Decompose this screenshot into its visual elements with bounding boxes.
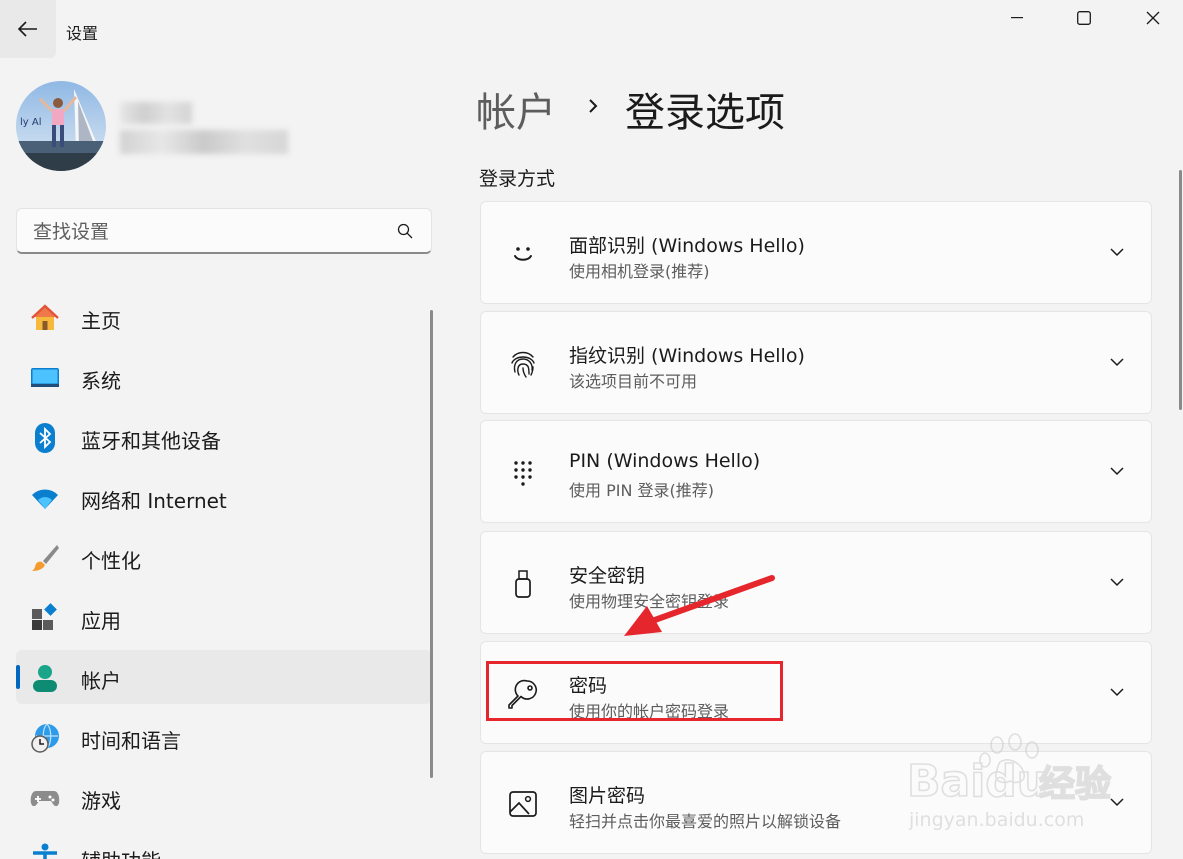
sidebar-item-accessibility[interactable]: 辅助功能 (16, 830, 432, 859)
sidebar-item-system[interactable]: 系统 (16, 350, 432, 404)
close-icon (1146, 11, 1160, 25)
avatar[interactable]: ly Al (16, 81, 106, 171)
section-title: 登录方式 (479, 168, 556, 190)
option-subtitle: 该选项目前不可用 (569, 372, 698, 391)
fingerprint-icon (511, 351, 535, 378)
picture-icon (509, 791, 537, 817)
sidebar-item-label: 时间和语言 (81, 729, 181, 753)
redacted-user-name (120, 102, 192, 124)
sidebar-item-label: 辅助功能 (81, 845, 161, 859)
svg-text:ly Al: ly Al (20, 117, 42, 128)
watermark-brand: Baidu (907, 756, 1048, 807)
chevron-down-icon[interactable] (1109, 354, 1125, 370)
sidebar-item-bluetooth[interactable]: 蓝牙和其他设备 (16, 410, 432, 464)
close-button[interactable] (1130, 0, 1176, 36)
sidebar-item-label: 游戏 (81, 789, 121, 813)
chevron-right-icon (589, 99, 598, 113)
sidebar-item-label: 主页 (81, 309, 121, 333)
sign-in-option-security-key[interactable]: 安全密钥 使用物理安全密钥登录 (480, 531, 1152, 634)
chevron-down-icon[interactable] (1109, 574, 1125, 590)
chevron-down-icon[interactable] (1109, 244, 1125, 260)
avatar-photo: ly Al (16, 81, 106, 171)
sidebar-item-home[interactable]: 主页 (16, 290, 432, 344)
chevron-down-icon[interactable] (1109, 684, 1125, 700)
back-button[interactable] (0, 0, 56, 58)
selection-indicator (16, 665, 20, 689)
sidebar-item-label: 应用 (81, 609, 121, 633)
sidebar-item-label: 个性化 (81, 549, 141, 573)
face-icon (514, 247, 532, 261)
sidebar-item-apps[interactable]: 应用 (16, 590, 432, 644)
option-subtitle: 使用 PIN 登录(推荐) (569, 481, 714, 500)
sign-in-option-pin[interactable]: PIN (Windows Hello) 使用 PIN 登录(推荐) (480, 420, 1152, 523)
watermark-suffix: 经验 (1039, 764, 1111, 805)
sidebar-item-label: 网络和 Internet (81, 489, 227, 513)
page-title: 登录选项 (625, 90, 785, 136)
bluetooth-icon (35, 423, 55, 453)
highlight-box (486, 661, 783, 721)
arrow-left-icon (18, 21, 37, 37)
sidebar-item-label: 系统 (81, 369, 121, 393)
redacted-user-email (120, 130, 288, 154)
option-subtitle: 使用相机登录(推荐) (569, 262, 710, 281)
breadcrumb-parent[interactable]: 帐户 (476, 80, 556, 138)
baidu-watermark: Baidu 经验 jingyan.baidu.com (906, 733, 1112, 831)
minimize-button[interactable] (994, 0, 1040, 36)
chevron-down-icon[interactable] (1109, 463, 1125, 479)
search-icon[interactable] (397, 223, 413, 239)
sidebar-scrollbar[interactable] (430, 310, 433, 778)
search-input[interactable] (31, 217, 395, 247)
sidebar-item-personalization[interactable]: 个性化 (16, 530, 432, 584)
option-title: 图片密码 (569, 785, 646, 807)
app-title: 设置 (66, 24, 99, 43)
content-scrollbar[interactable] (1179, 170, 1182, 410)
maximize-button[interactable] (1061, 0, 1107, 36)
home-icon (31, 304, 59, 330)
apps-icon (32, 603, 57, 630)
brush-icon (32, 545, 59, 571)
accessibility-icon (33, 843, 57, 859)
system-icon (31, 368, 59, 387)
search-box (16, 208, 432, 254)
option-title: 指纹识别 (Windows Hello) (569, 345, 805, 367)
wifi-icon (32, 489, 58, 509)
maximize-icon (1077, 11, 1091, 25)
option-subtitle: 轻扫并点击你最喜爱的照片以解锁设备 (569, 812, 842, 831)
option-title: PIN (Windows Hello) (569, 450, 761, 472)
sidebar-item-network[interactable]: 网络和 Internet (16, 470, 432, 524)
sidebar-item-gaming[interactable]: 游戏 (16, 770, 432, 824)
red-arrow-annotation (624, 575, 775, 636)
sidebar-item-time-language[interactable]: 时间和语言 (16, 710, 432, 764)
gamepad-icon (30, 791, 60, 807)
sidebar-item-accounts[interactable]: 帐户 (16, 650, 432, 704)
sidebar-item-label: 蓝牙和其他设备 (81, 429, 221, 453)
account-icon (33, 665, 57, 692)
globe-clock-icon (31, 723, 59, 753)
option-title: 面部识别 (Windows Hello) (569, 235, 805, 257)
pin-keypad-icon (514, 461, 532, 486)
watermark-url: jingyan.baidu.com (908, 809, 1084, 831)
minimize-icon (1011, 17, 1023, 19)
sign-in-option-face[interactable]: 面部识别 (Windows Hello) 使用相机登录(推荐) (480, 201, 1152, 304)
sidebar-item-label: 帐户 (81, 669, 121, 693)
usb-key-icon (515, 570, 531, 598)
sign-in-option-fingerprint[interactable]: 指纹识别 (Windows Hello) 该选项目前不可用 (480, 311, 1152, 414)
